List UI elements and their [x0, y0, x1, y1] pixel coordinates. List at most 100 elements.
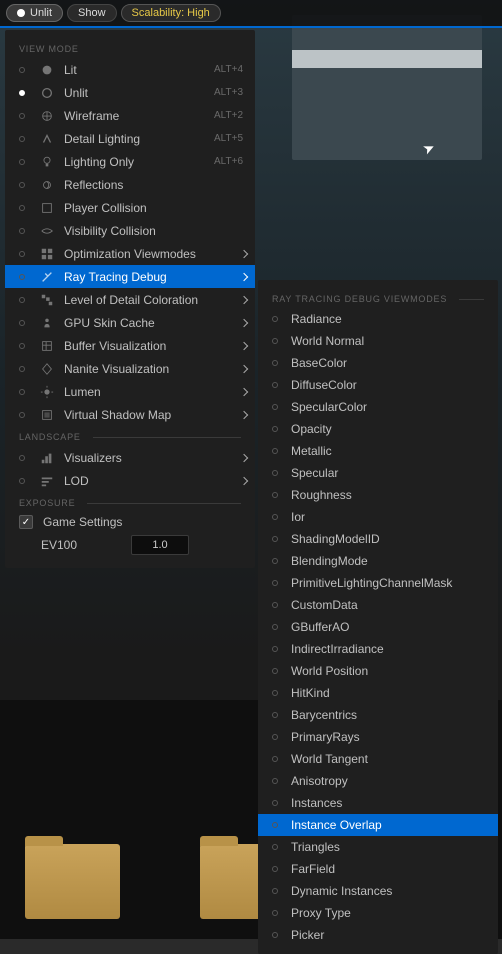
submenu-item-label: Proxy Type [291, 906, 351, 920]
shortcut-label: ALT+2 [214, 110, 243, 121]
radio-icon [19, 297, 25, 303]
radio-icon [19, 389, 25, 395]
submenu-item-blendingmode[interactable]: BlendingMode [258, 550, 498, 572]
menu-item-label: LOD [64, 474, 241, 488]
radio-icon [272, 668, 278, 674]
radio-icon [272, 734, 278, 740]
menu-item-label: Visualizers [64, 451, 241, 465]
chevron-right-icon [240, 410, 248, 418]
menu-item-label: Virtual Shadow Map [64, 408, 241, 422]
submenu-item-instances[interactable]: Instances [258, 792, 498, 814]
submenu-item-triangles[interactable]: Triangles [258, 836, 498, 858]
submenu-item-indirectirradiance[interactable]: IndirectIrradiance [258, 638, 498, 660]
shortcut-label: ALT+6 [214, 156, 243, 167]
menu-item-buffer-visualization[interactable]: Buffer Visualization [5, 334, 255, 357]
submenu-item-world-tangent[interactable]: World Tangent [258, 748, 498, 770]
submenu-item-label: Instance Overlap [291, 818, 382, 832]
ev100-input[interactable]: 1.0 [131, 535, 189, 555]
submenu-item-shadingmodelid[interactable]: ShadingModelID [258, 528, 498, 550]
chevron-right-icon [240, 295, 248, 303]
menu-item-virtual-shadow-map[interactable]: Virtual Shadow Map [5, 403, 255, 426]
chevron-right-icon [240, 341, 248, 349]
menu-item-lumen[interactable]: Lumen [5, 380, 255, 403]
vsm-icon [38, 407, 56, 423]
game-settings-checkbox[interactable]: ✓ [19, 515, 33, 529]
submenu-item-label: Metallic [291, 444, 332, 458]
exposure-section-header: EXPOSURE [5, 492, 255, 512]
radio-icon [19, 113, 25, 119]
menu-item-wireframe[interactable]: WireframeALT+2 [5, 104, 255, 127]
menu-item-level-of-detail-coloration[interactable]: Level of Detail Coloration [5, 288, 255, 311]
submenu-item-label: Ior [291, 510, 305, 524]
submenu-item-hitkind[interactable]: HitKind [258, 682, 498, 704]
submenu-item-label: HitKind [291, 686, 330, 700]
submenu-item-basecolor[interactable]: BaseColor [258, 352, 498, 374]
submenu-item-primitivelightingchannelmask[interactable]: PrimitiveLightingChannelMask [258, 572, 498, 594]
radio-icon [272, 778, 278, 784]
submenu-item-dynamic-instances[interactable]: Dynamic Instances [258, 880, 498, 902]
submenu-item-opacity[interactable]: Opacity [258, 418, 498, 440]
radio-icon [272, 470, 278, 476]
viewport-toolbar: Unlit Show Scalability: High [0, 0, 502, 28]
reflect-icon [38, 177, 56, 193]
menu-item-reflections[interactable]: Reflections [5, 173, 255, 196]
game-settings-row[interactable]: ✓ Game Settings [5, 512, 255, 532]
submenu-item-world-position[interactable]: World Position [258, 660, 498, 682]
unlit-icon [38, 85, 56, 101]
menu-item-label: Visibility Collision [64, 224, 247, 238]
folder-icon[interactable] [25, 844, 120, 919]
submenu-item-metallic[interactable]: Metallic [258, 440, 498, 462]
menu-item-label: Unlit [64, 86, 214, 100]
radio-icon [272, 514, 278, 520]
submenu-item-proxy-type[interactable]: Proxy Type [258, 902, 498, 924]
submenu-item-specularcolor[interactable]: SpecularColor [258, 396, 498, 418]
radio-icon [19, 366, 25, 372]
menu-item-lit[interactable]: LitALT+4 [5, 58, 255, 81]
menu-item-gpu-skin-cache[interactable]: GPU Skin Cache [5, 311, 255, 334]
chevron-right-icon [240, 364, 248, 372]
submenu-item-farfield[interactable]: FarField [258, 858, 498, 880]
submenu-item-primaryrays[interactable]: PrimaryRays [258, 726, 498, 748]
submenu-item-label: BlendingMode [291, 554, 368, 568]
submenu-item-label: Anisotropy [291, 774, 348, 788]
submenu-item-label: SpecularColor [291, 400, 367, 414]
viewmode-dropdown[interactable]: Unlit [6, 4, 63, 22]
submenu-item-barycentrics[interactable]: Barycentrics [258, 704, 498, 726]
submenu-item-instance-overlap[interactable]: Instance Overlap [258, 814, 498, 836]
menu-item-lod[interactable]: LOD [5, 469, 255, 492]
radio-icon [272, 690, 278, 696]
submenu-item-diffusecolor[interactable]: DiffuseColor [258, 374, 498, 396]
submenu-item-label: DiffuseColor [291, 378, 357, 392]
submenu-item-roughness[interactable]: Roughness [258, 484, 498, 506]
radio-icon [19, 412, 25, 418]
menu-item-player-collision[interactable]: Player Collision [5, 196, 255, 219]
chevron-right-icon [240, 249, 248, 257]
menu-item-visualizers[interactable]: Visualizers [5, 446, 255, 469]
menu-item-optimization-viewmodes[interactable]: Optimization Viewmodes [5, 242, 255, 265]
menu-item-unlit[interactable]: UnlitALT+3 [5, 81, 255, 104]
menu-item-nanite-visualization[interactable]: Nanite Visualization [5, 357, 255, 380]
menu-item-label: Nanite Visualization [64, 362, 241, 376]
ray-icon [38, 269, 56, 285]
show-dropdown[interactable]: Show [67, 4, 117, 22]
radio-icon [272, 382, 278, 388]
radio-icon [272, 646, 278, 652]
submenu-item-world-normal[interactable]: World Normal [258, 330, 498, 352]
submenu-item-customdata[interactable]: CustomData [258, 594, 498, 616]
menu-item-visibility-collision[interactable]: Visibility Collision [5, 219, 255, 242]
menu-item-detail-lighting[interactable]: Detail LightingALT+5 [5, 127, 255, 150]
submenu-item-gbufferao[interactable]: GBufferAO [258, 616, 498, 638]
opt-icon [38, 246, 56, 262]
submenu-item-specular[interactable]: Specular [258, 462, 498, 484]
submenu-item-label: Opacity [291, 422, 332, 436]
lod-icon [38, 292, 56, 308]
submenu-item-picker[interactable]: Picker [258, 924, 498, 946]
submenu-item-label: World Normal [291, 334, 364, 348]
menu-item-label: Lit [64, 63, 214, 77]
submenu-item-radiance[interactable]: Radiance [258, 308, 498, 330]
scalability-dropdown[interactable]: Scalability: High [121, 4, 221, 22]
submenu-item-ior[interactable]: Ior [258, 506, 498, 528]
menu-item-ray-tracing-debug[interactable]: Ray Tracing Debug [5, 265, 255, 288]
menu-item-lighting-only[interactable]: Lighting OnlyALT+6 [5, 150, 255, 173]
submenu-item-anisotropy[interactable]: Anisotropy [258, 770, 498, 792]
